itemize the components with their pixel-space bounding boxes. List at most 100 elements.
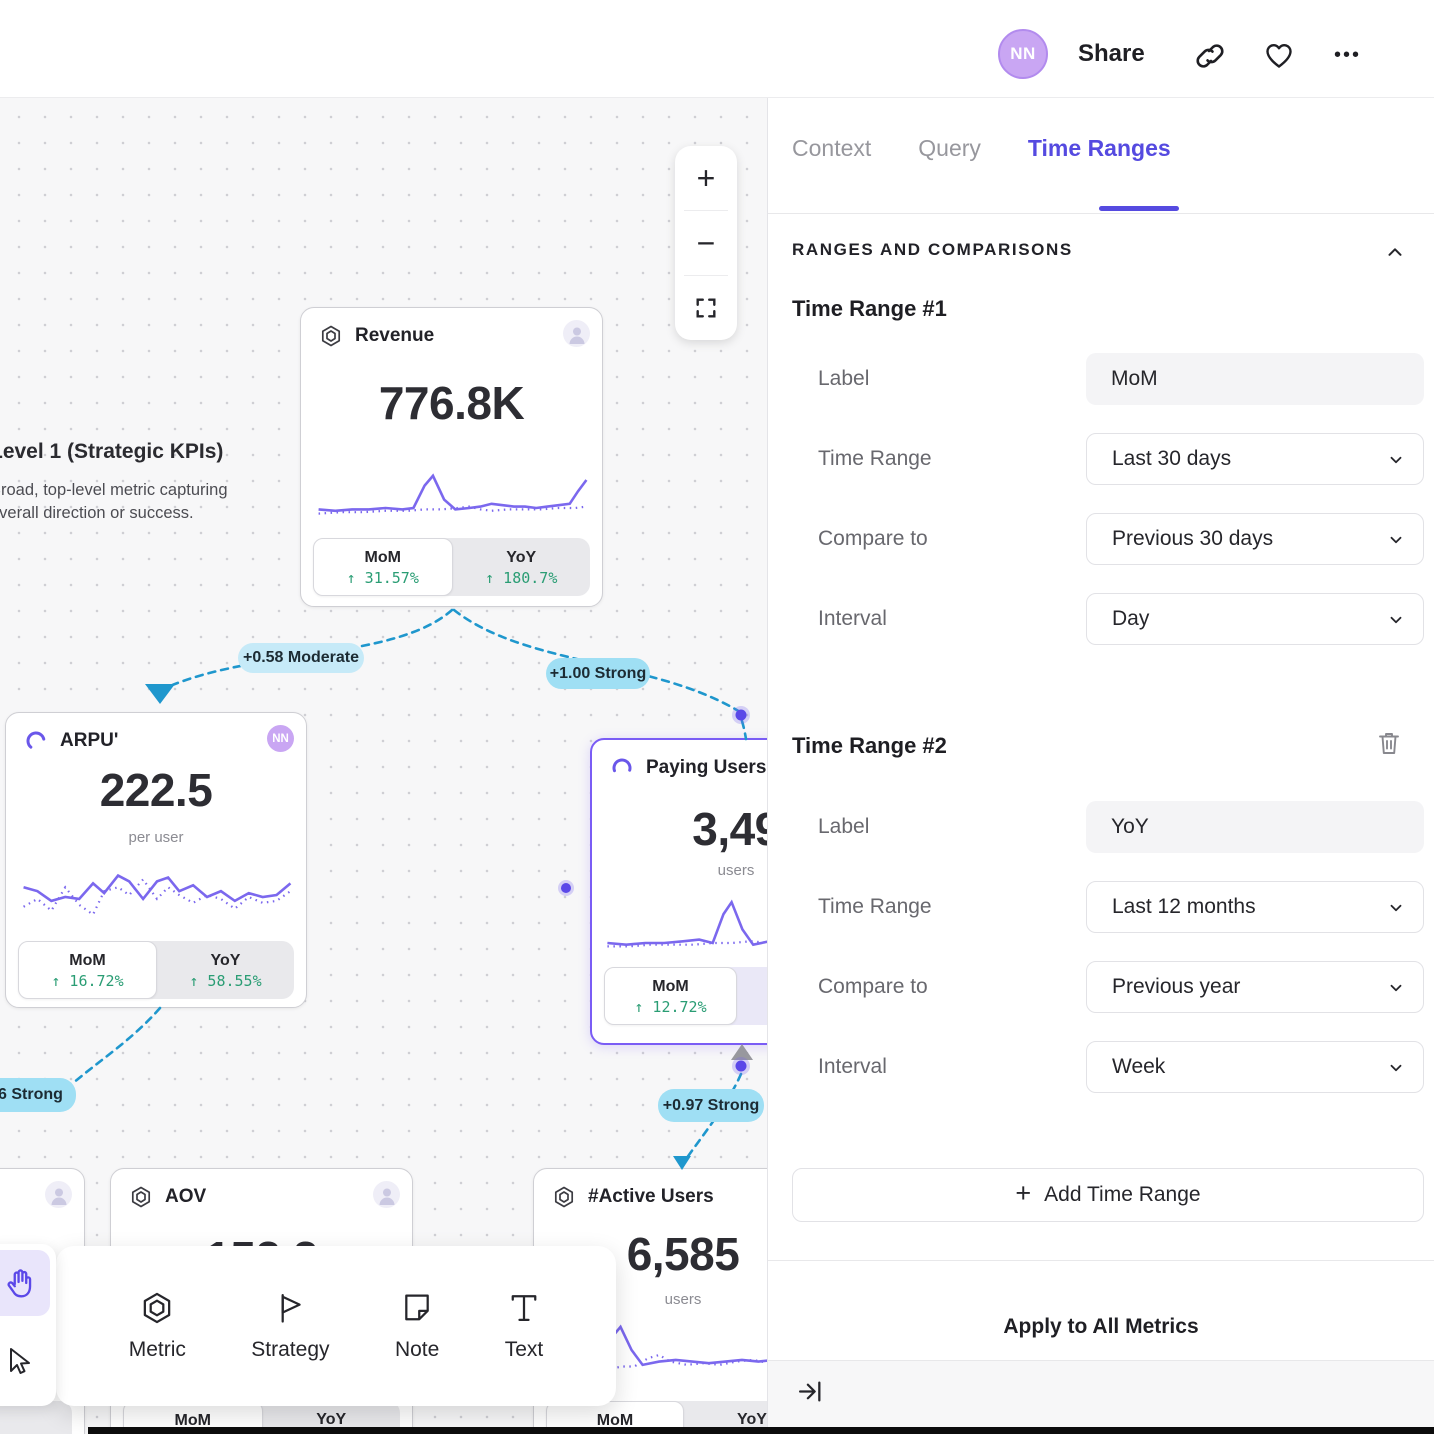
collapse-panel-icon[interactable] bbox=[797, 1378, 824, 1405]
chevron-down-icon bbox=[1387, 899, 1405, 917]
active-tab-indicator bbox=[1099, 206, 1179, 211]
edge-arpu-down bbox=[72, 1008, 160, 1084]
tool-metric[interactable]: Metric bbox=[129, 1290, 186, 1362]
correlation-label[interactable]: 66 Strong bbox=[0, 1078, 76, 1112]
copy-link-icon[interactable] bbox=[1194, 40, 1226, 72]
text-icon bbox=[506, 1290, 542, 1326]
metric-value: 222.5 bbox=[6, 763, 306, 817]
compare-to-select[interactable]: Previous 30 days bbox=[1086, 513, 1424, 565]
zoom-controls: + − bbox=[675, 146, 737, 340]
field-label: Time Range bbox=[818, 433, 932, 485]
interval-select[interactable]: Day bbox=[1086, 593, 1424, 645]
chevron-down-icon bbox=[1387, 531, 1405, 549]
metric-tree-canvas[interactable]: Level 1 (Strategic KPIs) Broad, top-leve… bbox=[0, 98, 768, 1434]
cursor-icon bbox=[3, 1345, 35, 1377]
hand-tool-button[interactable] bbox=[0, 1250, 50, 1316]
hand-icon bbox=[2, 1266, 36, 1300]
metric-value: 3,49 bbox=[592, 802, 768, 856]
metric-arc-icon bbox=[24, 729, 48, 753]
owner-avatar-icon bbox=[45, 1181, 72, 1208]
toggle-yoy[interactable]: YoY ↑ 180.7% bbox=[453, 538, 591, 596]
field-label: Compare to bbox=[818, 513, 928, 565]
fit-screen-button[interactable] bbox=[675, 276, 737, 340]
sparkline bbox=[18, 858, 296, 936]
select-tool-button[interactable] bbox=[0, 1328, 50, 1394]
screen-bottom-bar bbox=[88, 1427, 1434, 1434]
metric-unit: per user bbox=[6, 829, 306, 846]
collapse-section-chevron-up-icon[interactable] bbox=[1384, 242, 1406, 264]
arrowhead-arpu bbox=[145, 684, 175, 704]
panel-divider-vertical bbox=[767, 98, 768, 1434]
toggle-mom[interactable]: MoM ↑ 16.72% bbox=[18, 941, 157, 999]
field-label: Label bbox=[818, 801, 869, 853]
owner-avatar-icon bbox=[563, 320, 590, 347]
zoom-out-button[interactable]: − bbox=[675, 211, 737, 275]
chevron-down-icon bbox=[1387, 611, 1405, 629]
delete-time-range-trash-icon[interactable] bbox=[1376, 729, 1402, 757]
add-time-range-button[interactable]: + Add Time Range bbox=[792, 1168, 1424, 1222]
sparkline bbox=[602, 892, 768, 960]
interval-select[interactable]: Week bbox=[1086, 1041, 1424, 1093]
toggle-mom[interactable]: MoM ↑ 31.57% bbox=[313, 538, 453, 596]
tool-text[interactable]: Text bbox=[505, 1290, 544, 1362]
compare-to-select[interactable]: Previous year bbox=[1086, 961, 1424, 1013]
tab-query[interactable]: Query bbox=[918, 135, 981, 162]
metric-card-paying-users[interactable]: Paying Users' 3,49 users MoM ↑ 12.72% bbox=[590, 738, 768, 1045]
favorite-heart-icon[interactable] bbox=[1263, 40, 1295, 72]
zoom-in-button[interactable]: + bbox=[675, 146, 737, 210]
connector-dot bbox=[736, 1061, 747, 1072]
card-title: AOV bbox=[165, 1186, 206, 1208]
toggle-yoy[interactable]: YoY ↑ 58.55% bbox=[157, 941, 294, 999]
tab-context[interactable]: Context bbox=[792, 135, 871, 162]
correlation-label[interactable]: +1.00 Strong bbox=[546, 658, 650, 689]
time-range-2-title: Time Range #2 bbox=[792, 733, 947, 759]
app-root: NN Share ••• Level 1 (Strategic KPIs) Br… bbox=[0, 0, 1434, 1434]
user-avatar[interactable]: NN bbox=[998, 29, 1048, 79]
metric-arc-icon bbox=[610, 756, 634, 780]
more-options-icon[interactable]: ••• bbox=[1334, 44, 1366, 76]
field-label: Time Range bbox=[818, 881, 932, 933]
connector-dot bbox=[736, 710, 747, 721]
metric-value: 776.8K bbox=[301, 376, 602, 430]
card-title: Revenue bbox=[355, 325, 434, 347]
toggle-mom[interactable]: MoM ↑ 12.72% bbox=[604, 967, 737, 1025]
owner-avatar-icon bbox=[373, 1181, 400, 1208]
tab-time-ranges[interactable]: Time Ranges bbox=[1028, 135, 1171, 162]
sparkline bbox=[313, 466, 592, 522]
card-title: ARPU' bbox=[60, 730, 118, 752]
toggle-yoy[interactable] bbox=[737, 967, 768, 1025]
correlation-label[interactable]: +0.58 Moderate bbox=[238, 643, 364, 673]
section-title: RANGES AND COMPARISONS bbox=[792, 240, 1073, 260]
card-title: #Active Users bbox=[588, 1186, 714, 1208]
connector-dot bbox=[561, 883, 571, 893]
time-range-select[interactable]: Last 30 days bbox=[1086, 433, 1424, 485]
field-label: Interval bbox=[818, 1041, 887, 1093]
label-input[interactable] bbox=[1086, 801, 1424, 853]
level-note-line2: overall direction or success. bbox=[0, 504, 194, 522]
time-range-1-title: Time Range #1 bbox=[792, 296, 947, 322]
panel-footer bbox=[768, 1361, 1434, 1434]
apply-to-all-metrics-button[interactable]: Apply to All Metrics bbox=[768, 1294, 1434, 1360]
insert-toolbar: Metric Strategy Note Text bbox=[56, 1246, 616, 1406]
field-label: Interval bbox=[818, 593, 887, 645]
correlation-label[interactable]: +0.97 Strong bbox=[658, 1089, 764, 1122]
plus-icon: + bbox=[1015, 1178, 1031, 1209]
field-label: Compare to bbox=[818, 961, 928, 1013]
metric-card-arpu[interactable]: ARPU' NN 222.5 per user MoM ↑ 16.72% YoY… bbox=[5, 712, 307, 1008]
metric-card-revenue[interactable]: Revenue 776.8K MoM ↑ 31.57% YoY ↑ 180.7% bbox=[300, 307, 603, 607]
editor-presence-badge: NN bbox=[267, 725, 294, 752]
config-panel: Context Query Time Ranges RANGES AND COM… bbox=[768, 98, 1434, 1434]
label-input[interactable] bbox=[1086, 353, 1424, 405]
time-range-select[interactable]: Last 12 months bbox=[1086, 881, 1424, 933]
field-label: Label bbox=[818, 353, 869, 405]
metric-hexagon-icon bbox=[139, 1290, 175, 1326]
header-divider bbox=[0, 97, 1434, 98]
share-button[interactable]: Share bbox=[1078, 40, 1145, 68]
tool-strategy[interactable]: Strategy bbox=[251, 1290, 329, 1362]
level-note-line1: Broad, top-level metric capturing bbox=[0, 481, 228, 499]
chevron-down-icon bbox=[1387, 979, 1405, 997]
tool-note[interactable]: Note bbox=[395, 1290, 439, 1362]
metric-hexagon-icon bbox=[552, 1185, 576, 1209]
pointer-tools-panel bbox=[0, 1244, 56, 1406]
chevron-down-icon bbox=[1387, 451, 1405, 469]
